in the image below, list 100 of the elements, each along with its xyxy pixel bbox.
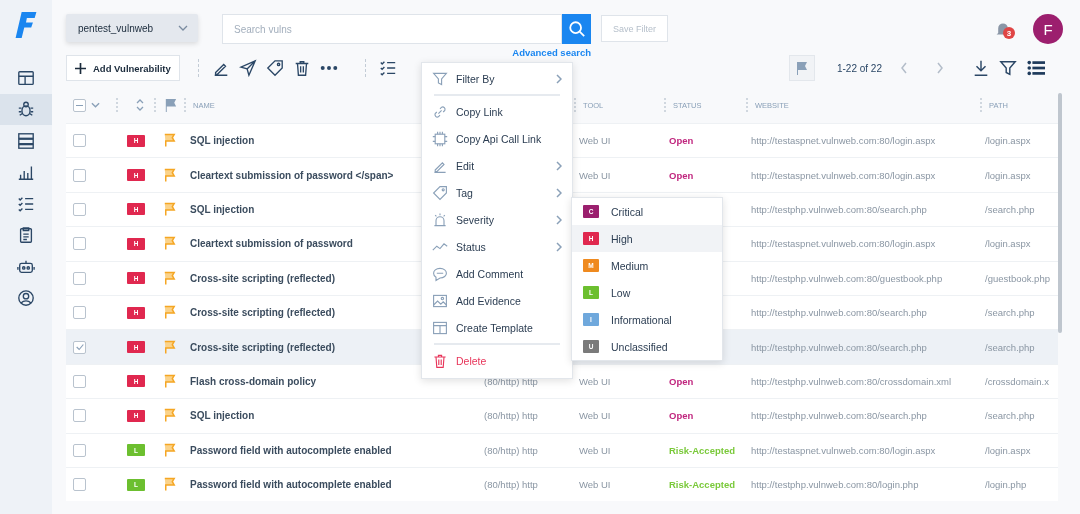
sort-icon[interactable] — [135, 99, 144, 111]
status-label: Risk-Accepted — [669, 444, 735, 456]
website-cell: http://testphp.vulnweb.com:80/login.php — [751, 479, 919, 491]
user-avatar[interactable]: F — [1033, 14, 1063, 44]
vulnerability-name[interactable]: SQL injection — [190, 135, 255, 147]
vulnerability-name[interactable]: SQL injection — [190, 203, 255, 215]
filter-icon[interactable] — [999, 59, 1017, 77]
more-icon[interactable] — [319, 65, 338, 71]
vulnerability-name[interactable]: SQL injection — [190, 410, 255, 422]
previous-page-icon[interactable] — [900, 62, 908, 74]
website-cell: http://testaspnet.vulnweb.com:80/login.aspx — [751, 238, 936, 250]
tool-cell: Web UI — [579, 169, 611, 181]
notification-count: 3 — [1003, 27, 1015, 39]
flag-icon[interactable] — [162, 305, 177, 321]
chevron-right-icon — [556, 241, 562, 252]
path-cell: /search.php — [985, 410, 1035, 422]
evidence-icon — [432, 292, 448, 309]
menu-item[interactable]: Status — [422, 233, 572, 260]
flag-icon[interactable] — [162, 270, 177, 286]
menu-item[interactable]: Add Evidence — [422, 287, 572, 314]
flag-icon[interactable] — [162, 477, 177, 493]
tool-cell: Web UI — [579, 135, 611, 147]
status-label: Open — [669, 169, 694, 181]
service-cell: (80/http) http — [484, 375, 538, 387]
path-cell: /search.php — [985, 203, 1035, 215]
scrollbar[interactable] — [1058, 93, 1062, 333]
vulnerability-name[interactable]: Password field with autocomplete enabled — [190, 479, 392, 491]
row-checkbox[interactable] — [73, 134, 86, 148]
vulnerability-name[interactable]: Flash cross-domain policy — [190, 375, 317, 387]
row-checkbox[interactable] — [73, 237, 86, 251]
vulnerability-name[interactable]: Cleartext submission of password </span> — [190, 169, 394, 181]
chevron-down-icon[interactable] — [91, 102, 100, 108]
flag-filter-button[interactable] — [788, 55, 815, 81]
menu-item[interactable]: Copy Link — [422, 98, 572, 125]
path-cell: /guestbook.php — [985, 272, 1050, 284]
website-cell: http://testphp.vulnweb.com:80/search.php — [751, 203, 927, 215]
path-cell: /login.aspx — [985, 238, 1031, 250]
path-cell: /search.php — [985, 307, 1035, 319]
menu-item[interactable]: Delete — [422, 347, 572, 374]
tag-icon[interactable] — [265, 59, 284, 77]
status-label: Risk-Accepted — [669, 479, 735, 491]
path-cell: /login.aspx — [985, 135, 1031, 147]
row-checkbox[interactable] — [73, 271, 86, 285]
api-icon — [432, 130, 448, 147]
list-view-icon[interactable] — [1026, 59, 1046, 77]
send-icon[interactable] — [238, 59, 257, 77]
select-all-checkbox[interactable] — [73, 98, 86, 112]
menu-item[interactable]: Add Comment — [422, 260, 572, 287]
path-cell: /crossdomain.x — [985, 375, 1049, 387]
workspace-dropdown[interactable]: pentest_vulnweb — [66, 14, 198, 42]
row-checkbox[interactable] — [73, 409, 86, 423]
row-checkbox[interactable] — [73, 340, 86, 354]
vulnerability-name[interactable]: Cross-site scripting (reflected) — [190, 341, 336, 353]
download-icon[interactable] — [972, 59, 990, 77]
flag-icon[interactable] — [162, 339, 177, 355]
advanced-search-link[interactable]: Advanced search — [512, 47, 591, 58]
chevron-right-icon — [556, 214, 562, 225]
flag-icon[interactable] — [162, 236, 177, 252]
comment-icon — [432, 265, 448, 282]
plus-icon — [75, 62, 86, 74]
checklist-icon[interactable] — [378, 59, 397, 77]
website-cell: http://testaspnet.vulnweb.com:80/login.aspx — [751, 444, 936, 456]
row-checkbox[interactable] — [73, 168, 86, 182]
delete-icon — [432, 352, 448, 369]
row-checkbox[interactable] — [73, 478, 86, 492]
flag-icon[interactable] — [162, 201, 177, 217]
flag-icon[interactable] — [162, 442, 177, 458]
sidebar-bug-icon[interactable] — [0, 93, 52, 125]
pagination-label: 1-22 of 22 — [836, 62, 882, 74]
menu-item[interactable]: Copy Api Call Link — [422, 125, 572, 152]
tool-cell: Web UI — [579, 444, 611, 456]
flag-icon[interactable] — [163, 98, 178, 112]
template-icon — [432, 319, 448, 336]
menu-item[interactable]: Severity — [422, 206, 572, 233]
vulnerability-name[interactable]: Cross-site scripting (reflected) — [190, 307, 336, 319]
website-cell: http://testphp.vulnweb.com:80/search.php — [751, 410, 927, 422]
row-checkbox[interactable] — [73, 374, 86, 388]
menu-item[interactable]: Edit — [422, 152, 572, 179]
chevron-right-icon — [556, 187, 562, 198]
service-cell: (80/http) http — [484, 444, 538, 456]
flag-icon[interactable] — [162, 133, 177, 149]
add-vulnerability-button[interactable]: Add Vulnerability — [66, 55, 180, 81]
search-button[interactable] — [562, 14, 591, 44]
menu-item[interactable]: Tag — [422, 179, 572, 206]
vulnerability-name[interactable]: Cross-site scripting (reflected) — [190, 272, 336, 284]
flag-icon[interactable] — [162, 373, 177, 389]
path-cell: /login.aspx — [985, 169, 1031, 181]
tool-cell: Web UI — [579, 410, 611, 422]
vulnerability-name[interactable]: Cleartext submission of password — [190, 238, 353, 250]
chevron-right-icon — [556, 73, 562, 84]
vulnerability-name[interactable]: Password field with autocomplete enabled — [190, 444, 392, 456]
next-page-icon[interactable] — [936, 62, 944, 74]
chevron-down-icon — [178, 25, 188, 31]
row-checkbox[interactable] — [73, 443, 86, 457]
flag-icon[interactable] — [162, 167, 177, 183]
search-field[interactable]: Search vulns — [222, 14, 562, 44]
row-checkbox[interactable] — [73, 202, 86, 216]
row-checkbox[interactable] — [73, 306, 86, 320]
filter-icon — [432, 70, 448, 87]
flag-icon[interactable] — [162, 408, 177, 424]
